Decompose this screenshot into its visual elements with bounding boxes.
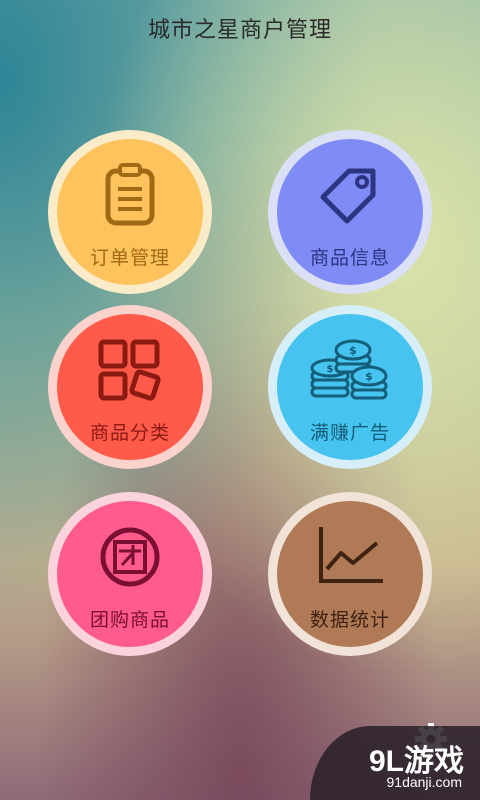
- product-category-button[interactable]: 商品分类: [48, 305, 212, 469]
- svg-text:$: $: [365, 370, 373, 383]
- group-buy-icon: [98, 525, 162, 593]
- watermark-url: 91danji.com: [386, 774, 463, 790]
- ads-button[interactable]: $ $ $ 满赚广告: [268, 305, 432, 469]
- tile-face: 订单管理: [57, 139, 203, 285]
- price-tag-icon: [315, 163, 385, 231]
- watermark-logo: 9L游戏 91danji.com: [310, 726, 480, 800]
- tile-face: 数据统计: [277, 501, 423, 647]
- tile-face: 商品信息: [277, 139, 423, 285]
- coins-icon: $ $ $: [308, 338, 392, 408]
- product-info-button[interactable]: 商品信息: [268, 130, 432, 294]
- svg-text:$: $: [349, 344, 357, 357]
- tile-label: 团购商品: [89, 609, 170, 631]
- svg-text:$: $: [327, 364, 334, 375]
- tile-label: 订单管理: [89, 247, 170, 269]
- tile-face: $ $ $ 满赚广告: [277, 314, 423, 460]
- clipboard-icon: [98, 163, 162, 231]
- tile-face: 团购商品: [57, 501, 203, 647]
- order-management-button[interactable]: 订单管理: [48, 130, 212, 294]
- tile-label: 商品信息: [309, 247, 390, 269]
- tile-label: 商品分类: [89, 422, 170, 444]
- group-buy-button[interactable]: 团购商品: [48, 492, 212, 656]
- line-chart-icon: [315, 525, 385, 591]
- page-title: 城市之星商户管理: [147, 18, 332, 43]
- tile-label: 数据统计: [309, 609, 390, 631]
- tile-label: 满赚广告: [309, 422, 390, 444]
- category-grid-icon: [97, 338, 163, 408]
- tile-face: 商品分类: [57, 314, 203, 460]
- statistics-button[interactable]: 数据统计: [268, 492, 432, 656]
